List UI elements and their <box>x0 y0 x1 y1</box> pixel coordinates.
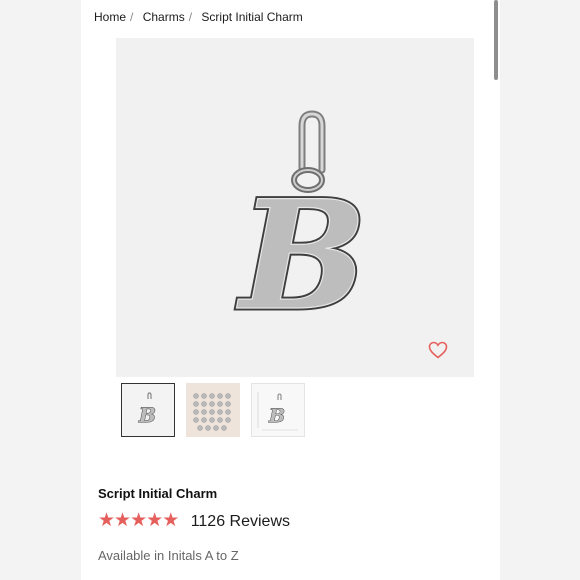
star-icon: ★ <box>162 510 180 531</box>
wishlist-heart-icon[interactable] <box>428 341 448 359</box>
breadcrumb-separator: / <box>130 10 134 24</box>
breadcrumb-charms[interactable]: Charms <box>143 10 185 24</box>
star-icon: ★ <box>130 510 148 531</box>
product-main-image: B B <box>116 38 474 377</box>
scrollbar[interactable] <box>494 0 498 80</box>
product-rating: ★★★★★ 1126 Reviews <box>98 510 290 534</box>
product-title: Script Initial Charm <box>98 486 218 501</box>
breadcrumb-current: Script Initial Charm <box>201 10 303 24</box>
breadcrumb-separator: / <box>188 10 193 24</box>
star-icon: ★ <box>114 510 132 531</box>
charm-letter-highlight: B <box>236 168 367 344</box>
availability-text: Available in Initals A to Z <box>98 548 239 563</box>
charm-dimensions-thumbnail[interactable]: B <box>251 383 305 437</box>
breadcrumb: Home / Charms / Script Initial Charm <box>94 10 303 26</box>
all-letters-thumbnail[interactable] <box>186 383 240 437</box>
thumbnail-letter: B <box>138 403 156 427</box>
star-icon: ★ <box>146 510 164 531</box>
reviews-link[interactable]: 1126 Reviews <box>191 510 290 534</box>
thumbnail-letter: B <box>268 405 285 427</box>
breadcrumb-home[interactable]: Home <box>94 10 126 24</box>
star-icon: ★ <box>98 510 116 531</box>
charm-front-thumbnail[interactable]: B <box>121 383 175 437</box>
